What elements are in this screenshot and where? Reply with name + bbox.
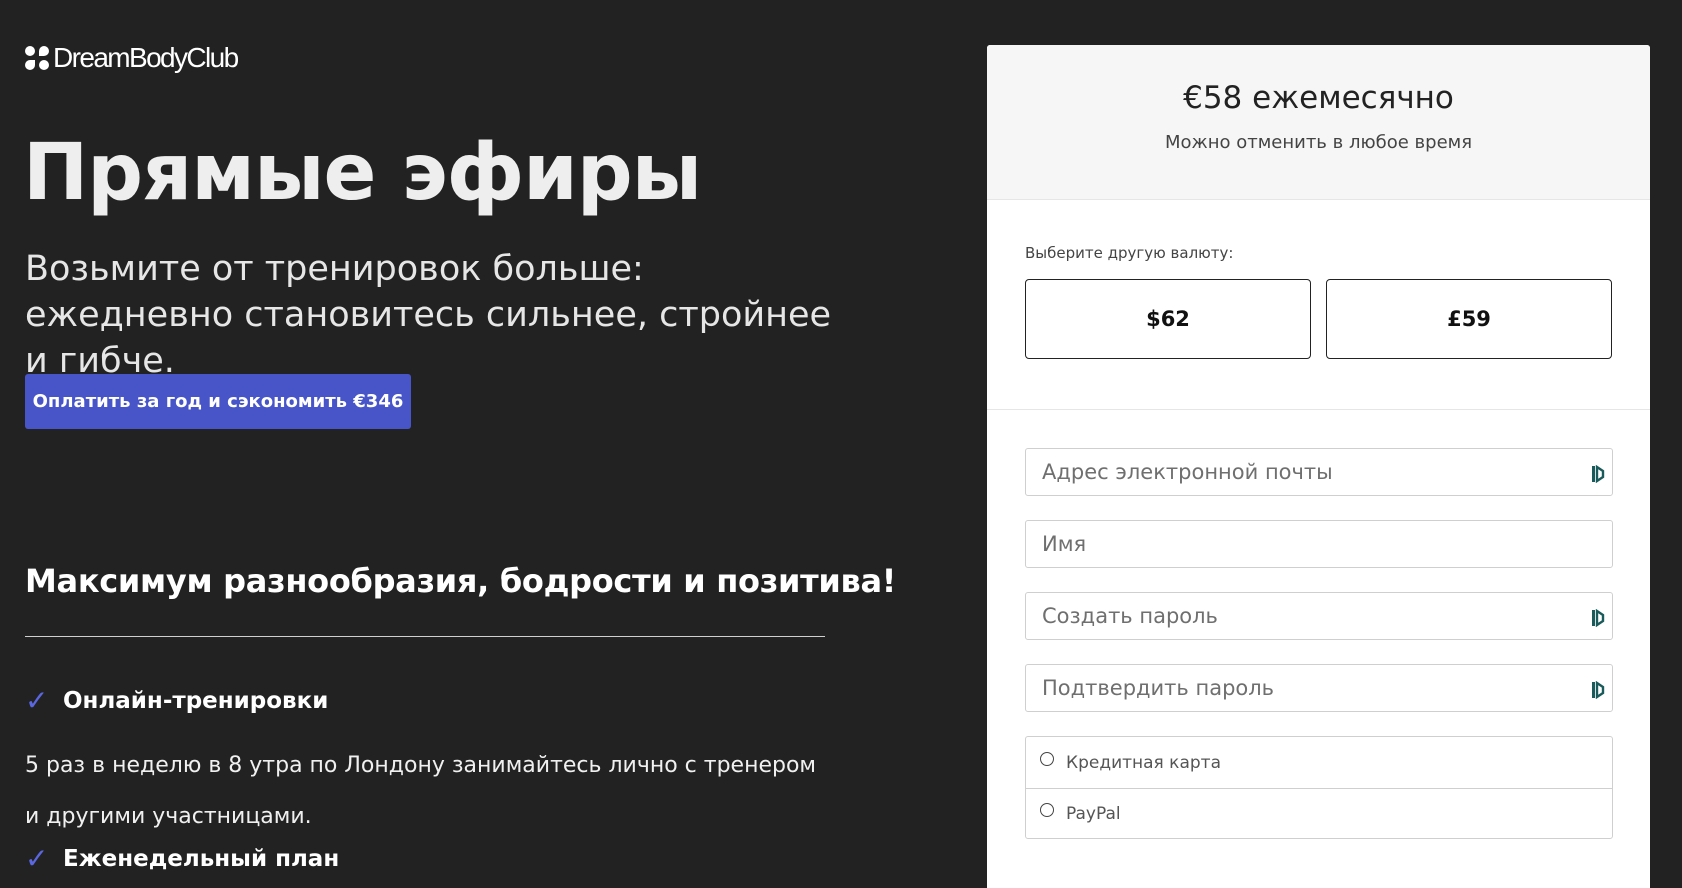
benefits-title: Максимум разнообразия, бодрости и позити… (25, 562, 897, 600)
confirm-password-field[interactable] (1025, 664, 1613, 712)
logo[interactable]: DreamBodyClub (25, 42, 239, 74)
password-field[interactable] (1025, 592, 1613, 640)
password-input[interactable] (1042, 604, 1596, 628)
radio-icon[interactable] (1040, 751, 1054, 766)
payment-label: PayPal (1066, 804, 1121, 824)
email-input[interactable] (1042, 460, 1596, 484)
currency-usd-button[interactable]: $62 (1025, 279, 1311, 359)
check-icon: ✓ (25, 684, 49, 717)
benefit-item: ✓ Онлайн-тренировки (25, 684, 328, 717)
check-icon: ✓ (25, 842, 49, 875)
currency-selector: Выберите другую валюту: $62 £59 (987, 200, 1650, 410)
currency-gbp-button[interactable]: £59 (1326, 279, 1612, 359)
email-field[interactable] (1025, 448, 1613, 496)
password-manager-icon[interactable] (1592, 681, 1606, 699)
currency-label: Выберите другую валюту: (1025, 244, 1234, 262)
benefit-title: Еженедельный план (63, 845, 340, 872)
name-field[interactable] (1025, 520, 1613, 568)
benefit-item: ✓ Еженедельный план (25, 842, 339, 875)
payment-method-selector: Кредитная карта PayPal (1025, 736, 1613, 839)
payment-label: Кредитная карта (1066, 752, 1221, 773)
checkout-panel: €58 ежемесячно Можно отменить в любое вр… (987, 45, 1650, 888)
page: DreamBodyClub Прямые эфиры Возьмите от т… (0, 0, 1682, 888)
payment-option-paypal[interactable]: PayPal (1026, 788, 1612, 839)
benefit-title: Онлайн-тренировки (63, 687, 329, 714)
pay-yearly-button[interactable]: Оплатить за год и сэкономить €346 (25, 374, 411, 429)
name-input[interactable] (1042, 532, 1596, 556)
divider (25, 636, 825, 637)
password-manager-icon[interactable] (1592, 609, 1606, 627)
dreambody-logo-icon (25, 46, 49, 70)
price: €58 ежемесячно (1183, 80, 1454, 116)
radio-icon[interactable] (1040, 803, 1054, 817)
password-manager-icon[interactable] (1592, 465, 1606, 483)
benefit-description: 5 раз в неделю в 8 утра по Лондону заним… (25, 753, 817, 829)
hero-subtitle: Возьмите от тренировок больше: ежедневно… (25, 249, 832, 381)
confirm-password-input[interactable] (1042, 676, 1596, 700)
hero-title: Прямые эфиры (23, 128, 702, 218)
price-note: Можно отменить в любое время (1164, 132, 1473, 153)
logo-text: DreamBodyClub (53, 42, 239, 73)
payment-option-card[interactable]: Кредитная карта (1026, 737, 1612, 788)
price-header: €58 ежемесячно Можно отменить в любое вр… (987, 45, 1650, 200)
